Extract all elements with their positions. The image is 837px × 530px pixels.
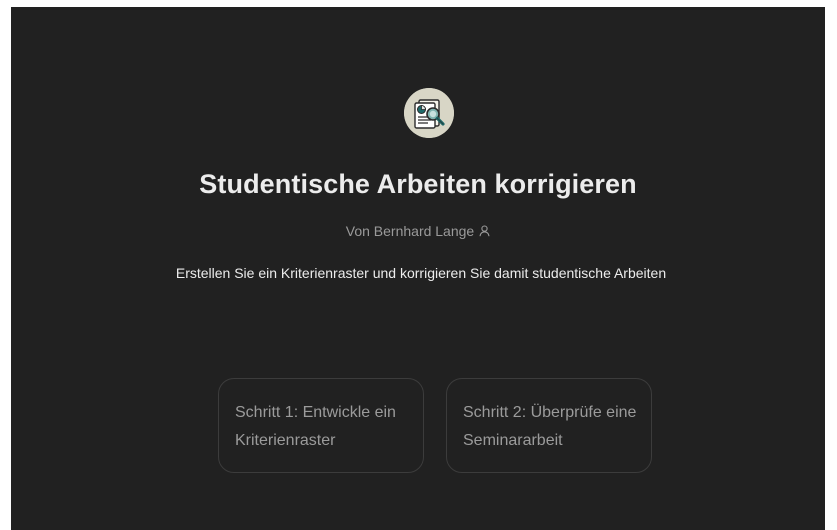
document-magnifier-icon <box>404 88 454 138</box>
gpt-author: Von Bernhard Lange <box>11 223 825 239</box>
chat-area: Studentische Arbeiten korrigieren Von Be… <box>11 7 825 530</box>
gpt-description: Erstellen Sie ein Kriterienraster und ko… <box>175 265 667 281</box>
person-icon <box>479 225 490 237</box>
gpt-title: Studentische Arbeiten korrigieren <box>199 169 637 199</box>
gpt-avatar <box>404 88 454 138</box>
starter-label: Schritt 1: Entwickle ein Kriterienraster <box>235 404 396 449</box>
conversation-starter-2[interactable]: Schritt 2: Überprüfe eine Seminararbeit <box>446 378 652 473</box>
author-name: Von Bernhard Lange <box>345 223 475 239</box>
conversation-starter-1[interactable]: Schritt 1: Entwickle ein Kriterienraster <box>218 378 424 473</box>
starter-label: Schritt 2: Überprüfe eine Seminararbeit <box>463 404 637 449</box>
